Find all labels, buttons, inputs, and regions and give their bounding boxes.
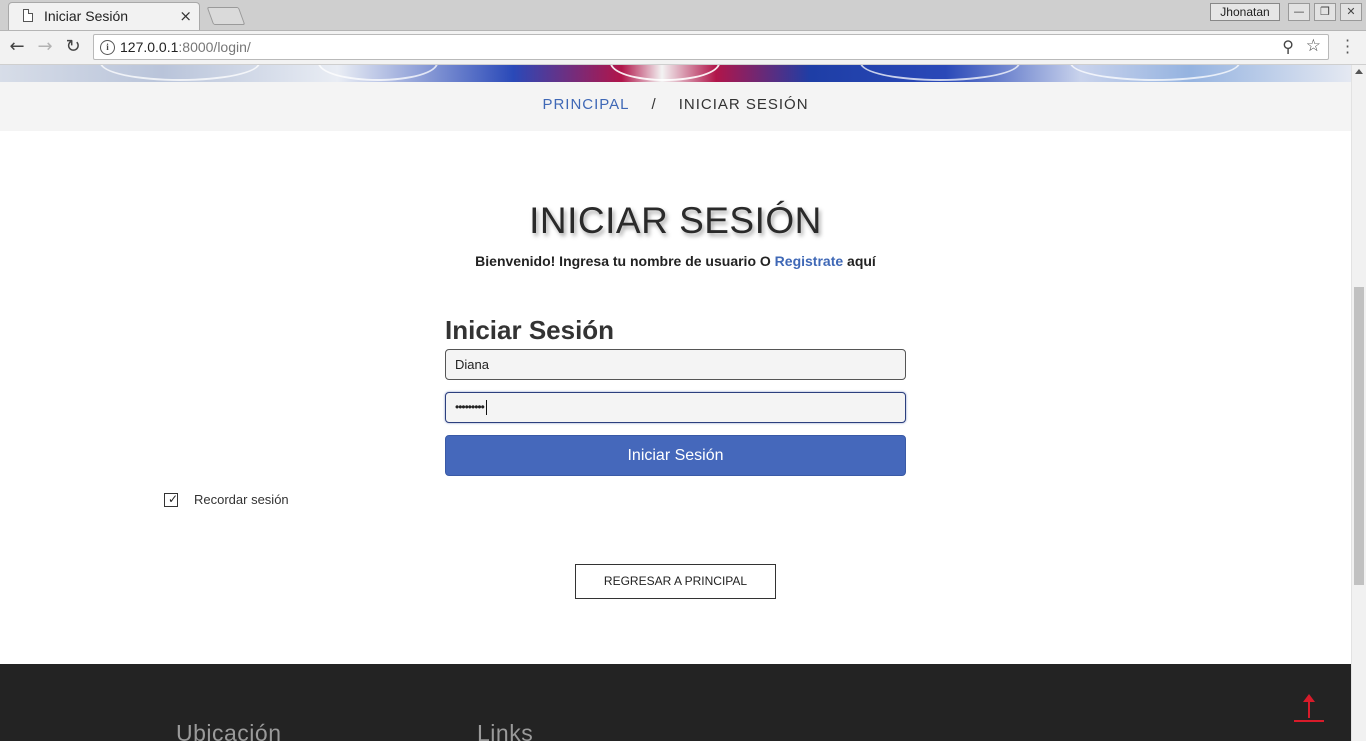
breadcrumb-items: PRINCIPAL / INICIAR SESIÓN (0, 96, 1351, 113)
url-path: :8000/login/ (178, 39, 251, 55)
page-scrollbar[interactable] (1351, 65, 1366, 741)
browser-toolbar: ← → ↻ i 127.0.0.1:8000/login/ ⚲ ☆ · · · (0, 31, 1366, 65)
remember-label[interactable]: Recordar sesión (194, 492, 289, 507)
maximize-button[interactable]: ❐ (1314, 3, 1336, 21)
breadcrumb: PRINCIPAL / INICIAR SESIÓN (0, 82, 1351, 131)
zoom-icon[interactable]: ⚲ (1282, 37, 1294, 56)
footer-links-title: Links (477, 720, 534, 741)
profile-button[interactable]: Jhonatan (1210, 3, 1280, 21)
banner-shape (318, 65, 438, 81)
reload-icon[interactable]: ↻ (62, 36, 84, 58)
banner-shape (100, 65, 260, 81)
header-banner-image (0, 65, 1351, 82)
breadcrumb-separator: / (651, 96, 657, 113)
welcome-text: Bienvenido! Ingresa tu nombre de usuario… (0, 253, 1351, 269)
star-icon[interactable]: ☆ (1306, 36, 1321, 56)
login-submit-button[interactable]: Iniciar Sesión (445, 435, 906, 476)
password-input[interactable]: ••••••••• (445, 392, 906, 423)
back-arrow-icon[interactable]: ← (6, 36, 28, 58)
address-bar[interactable]: i 127.0.0.1:8000/login/ ⚲ ☆ (93, 34, 1329, 60)
back-to-home-button[interactable]: REGRESAR A PRINCIPAL (575, 564, 776, 599)
welcome-prefix: Bienvenido! Ingresa tu nombre de usuario… (475, 253, 775, 269)
tab-close-icon[interactable]: × (179, 7, 192, 25)
page-icon (23, 9, 33, 22)
close-window-button[interactable]: ✕ (1340, 3, 1362, 21)
info-icon[interactable]: i (100, 40, 115, 55)
page-title: INICIAR SESIÓN (529, 200, 822, 241)
footer-location-title: Ubicación (176, 720, 282, 741)
welcome-suffix: aquí (843, 253, 876, 269)
footer: Ubicación Links (0, 664, 1351, 741)
minimize-button[interactable]: — (1288, 3, 1310, 21)
arrow-base (1294, 720, 1324, 722)
remember-checkbox[interactable]: ✓ (164, 492, 179, 507)
password-value: ••••••••• (455, 400, 485, 414)
register-link[interactable]: Registrate (775, 253, 843, 269)
login-form-heading: Iniciar Sesión (445, 315, 615, 345)
scroll-up-icon[interactable] (1355, 69, 1363, 74)
page-viewport: PRINCIPAL / INICIAR SESIÓN INICIAR SESIÓN … (0, 65, 1351, 741)
menu-icon[interactable]: · · · (1345, 33, 1350, 61)
username-input[interactable] (445, 349, 906, 380)
scrollbar-thumb[interactable] (1354, 287, 1364, 585)
browser-tab[interactable]: Iniciar Sesión × (8, 2, 200, 30)
checkmark-icon: ✓ (168, 492, 179, 506)
url-text[interactable]: 127.0.0.1:8000/login/ (120, 39, 251, 55)
tab-title: Iniciar Sesión (44, 8, 129, 24)
browser-tab-bar: Iniciar Sesión × Jhonatan — ❐ ✕ (0, 0, 1366, 31)
back-to-top-icon[interactable] (1294, 694, 1324, 724)
breadcrumb-home-link[interactable]: PRINCIPAL (542, 96, 629, 113)
banner-shape (860, 65, 1020, 81)
breadcrumb-current: INICIAR SESIÓN (678, 96, 809, 113)
arrow-shaft (1308, 698, 1310, 718)
new-tab-button[interactable] (206, 7, 246, 25)
banner-shape (610, 65, 720, 81)
banner-shape (1070, 65, 1240, 81)
text-cursor (485, 400, 487, 416)
forward-arrow-icon[interactable]: → (34, 36, 56, 58)
url-host: 127.0.0.1 (120, 39, 179, 55)
